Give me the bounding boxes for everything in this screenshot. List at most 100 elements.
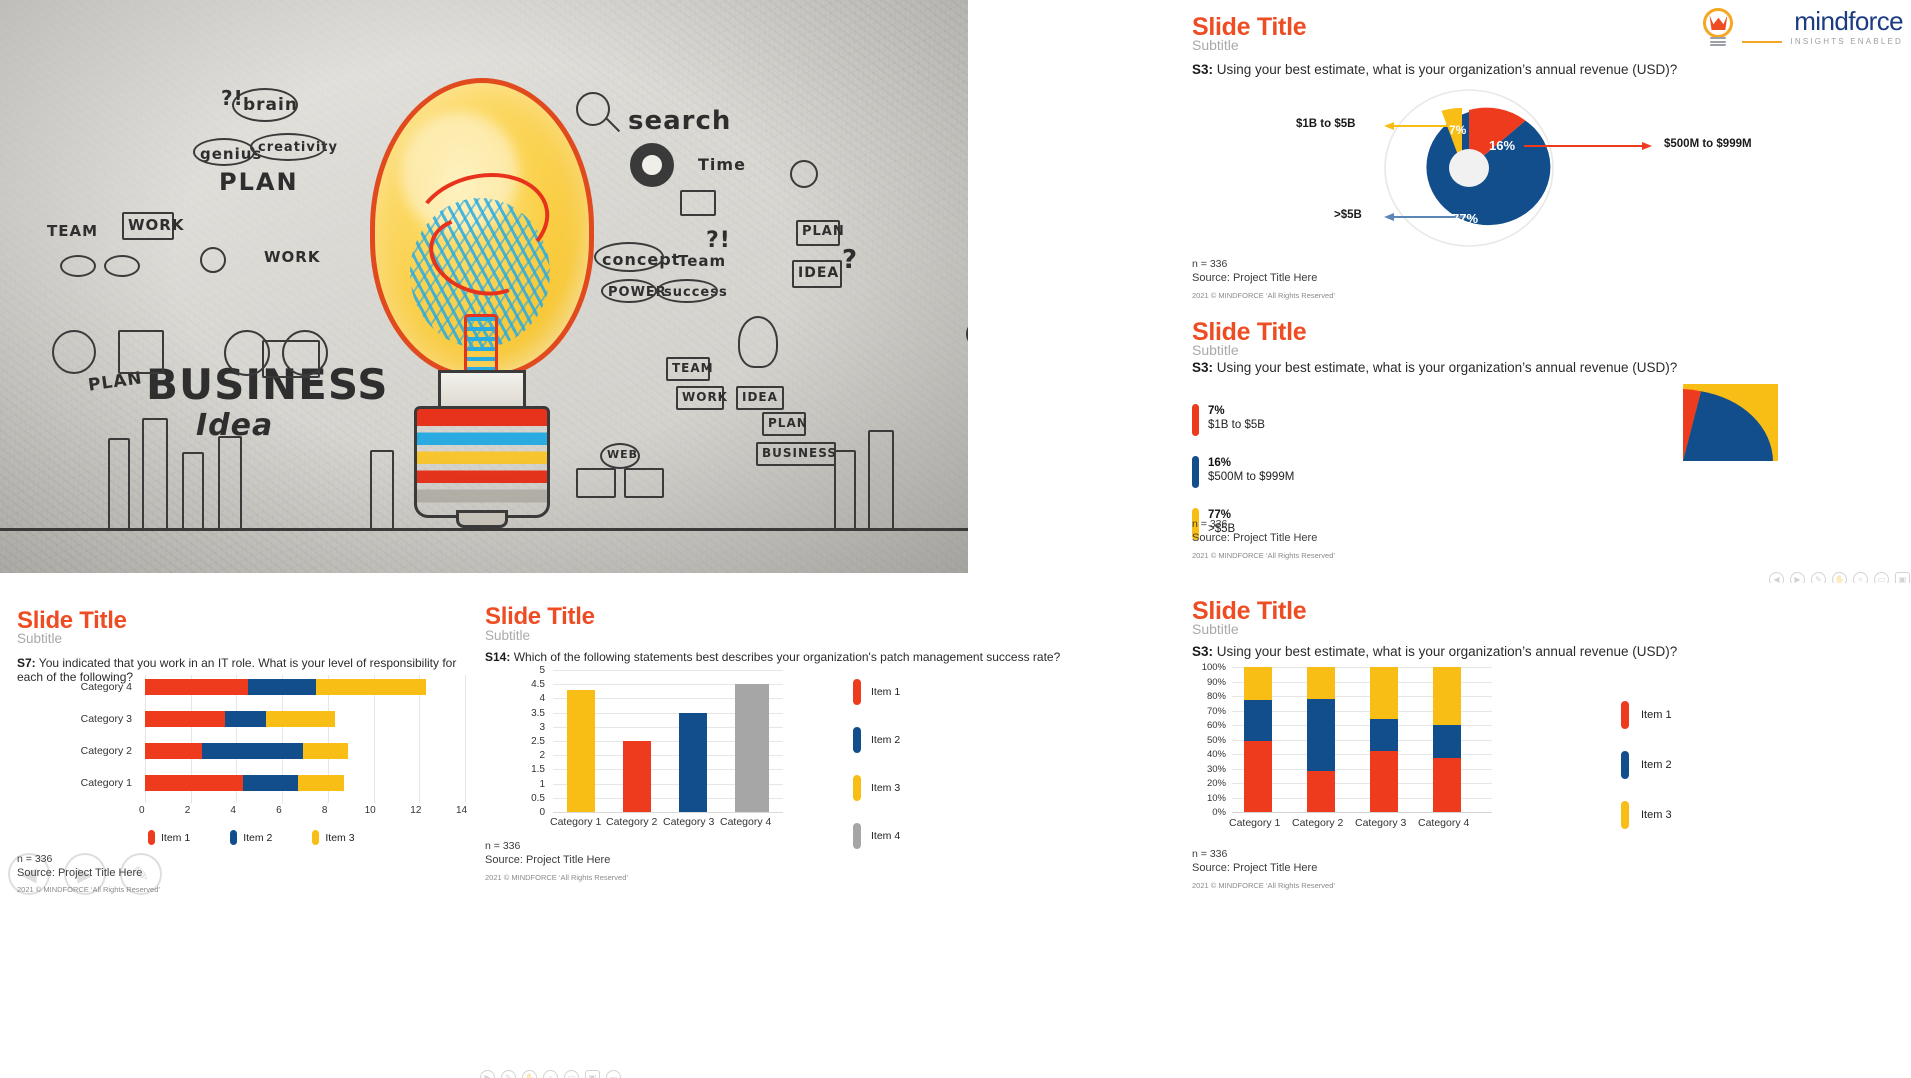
footer-n-label: n = [1192,848,1207,860]
legend-label: Item 1 [1641,709,1672,721]
legend-item[interactable]: Item 3 [853,775,900,801]
slide-stacked100[interactable]: Slide Title Subtitle S3: Using your best… [1183,583,1911,1078]
legend-item[interactable]: Item 2 [1621,751,1672,779]
vbar-chart[interactable]: 5 4.5 4 3.5 3 2.5 2 1.5 1 0.5 0 Category… [485,665,885,830]
slide-hbar[interactable]: Slide Title Subtitle S7: You indicated t… [0,585,478,1078]
callout-arrow-1b [1384,122,1394,130]
hbar-cat-label-1: Category 1 [80,777,132,789]
prev-icon[interactable]: ◀ [8,853,50,895]
stack-col-cat1[interactable] [1244,667,1272,812]
xtick: Category 2 [606,816,658,828]
footer-n-label: n = [1192,258,1207,270]
page-subtitle: Subtitle [485,628,531,643]
xtick: 4 [230,805,236,816]
table-row[interactable] [145,775,344,791]
pen-icon[interactable]: ✎ [120,853,162,895]
legend-item[interactable]: Item 3 [312,830,355,845]
brand-wordmark: mindforce [1794,6,1903,36]
xtick: 12 [410,805,422,816]
page-subtitle: Subtitle [1192,621,1239,637]
footer-copyright: 2021 © MINDFORCE ‘All Rights Reserved’ [1192,291,1336,300]
legend-item[interactable]: Item 4 [853,823,900,849]
legend-swatch-item1 [1621,701,1629,729]
note-icon[interactable]: ▭ [564,1070,579,1078]
xtick: Category 4 [1418,817,1470,829]
vbar-cat4[interactable] [735,684,769,812]
footer-source: Source: Project Title Here [1192,272,1318,284]
vbar-cat2[interactable] [623,741,651,812]
brand-logo[interactable]: mindforce INSIGHTS ENABLED [1701,6,1904,46]
donut-chart[interactable]: 7% 16% 77% $1B to $5B $500M to $999M >$5… [1184,88,1754,248]
legend-label: Item 3 [871,782,901,794]
page-subtitle: Subtitle [1192,342,1239,358]
legend-value: 7% [1208,405,1225,417]
pen-icon[interactable]: ✎ [501,1070,516,1078]
legend-label: Item 3 [325,831,355,844]
minus-icon[interactable]: — [606,1070,621,1078]
hbar-legend[interactable]: Item 1 Item 2 Item 3 [148,830,355,845]
legend-item[interactable]: Item 1 [853,679,900,705]
ytick: 1.5 [531,764,545,776]
stack-col-cat3[interactable] [1370,667,1398,812]
camera-icon[interactable]: ▣ [585,1070,600,1078]
pie-chart[interactable] [1588,317,1863,544]
slide-donut[interactable]: Slide Title Subtitle mindforce INSIGHTS … [1183,0,1911,306]
legend-item[interactable]: Item 2 [230,830,272,845]
overlay-toolbar[interactable]: ▶ ✎ ✋ ⌕ ▭ ▣ — [480,1070,621,1078]
vbar-yaxis: 5 4.5 4 3.5 3 2.5 2 1.5 1 0.5 0 [485,665,549,818]
xtick: 0 [139,805,145,816]
legend-item[interactable]: Item 1 [1621,701,1672,729]
hbar-seg-item2 [202,743,303,759]
legend-item[interactable]: 7% $1B to $5B [1192,404,1294,436]
footer-n: n = 336 [1192,258,1335,270]
question-text: Using your best estimate, what is your o… [1213,62,1678,77]
ytick: 4.5 [531,679,545,691]
table-row[interactable] [145,743,349,759]
legend-item[interactable]: Item 3 [1621,801,1672,829]
stack-col-cat4[interactable] [1433,667,1461,812]
vbar-legend[interactable]: Item 1 Item 2 Item 3 Item 4 [853,679,900,849]
table-row[interactable] [145,679,427,695]
stack-col-cat2[interactable] [1307,667,1335,812]
legend-label: $500M to $999M [1208,471,1295,484]
stack-seg-item3 [1244,667,1272,701]
table-row[interactable] [145,711,335,727]
legend-swatch-item2 [853,727,861,753]
stack-seg-item1 [1307,771,1335,812]
legend-item[interactable]: 16% $500M to $999M [1192,456,1294,488]
search-icon[interactable]: ⌕ [543,1070,558,1078]
footer-block: n = 336 Source: Project Title Here 2021 … [485,840,628,882]
hbar-seg-item1 [145,743,203,759]
legend-swatch-item3 [1621,801,1629,829]
stacked-legend[interactable]: Item 1 Item 2 Item 3 [1621,701,1672,829]
callout-label-gt5b: >$5B [1334,209,1362,221]
legend-swatch-item3 [853,775,861,801]
ytick: 90% [1206,676,1226,688]
xtick: Category 1 [550,816,602,828]
legend-item[interactable]: Item 2 [853,727,900,753]
hbar-seg-item3 [316,679,427,695]
question-code: S14: [485,650,511,664]
vbar-cat1[interactable] [567,689,595,812]
slide-pie[interactable]: Slide Title Subtitle S3: Using your best… [1183,306,1911,587]
overlay-controls[interactable]: ◀ ▶ ✎ [8,853,162,895]
legend-item[interactable]: Item 1 [148,830,190,845]
hbar-cat-label-2: Category 2 [80,745,132,757]
play-icon[interactable]: ▶ [480,1070,495,1078]
question-text: Which of the following statements best d… [510,650,1061,664]
hand-icon[interactable]: ✋ [522,1070,537,1078]
slide-vbar[interactable]: Slide Title Subtitle S14: Which of the f… [478,585,1183,1078]
play-icon[interactable]: ▶ [64,853,106,895]
legend-label: $1B to $5B [1208,419,1265,432]
vbar-cat3[interactable] [679,712,707,812]
stacked100-chart[interactable]: 100% 90% 80% 70% 60% 50% 40% 30% 20% 10%… [1192,662,1532,837]
ytick: 3 [539,721,545,733]
footer-block: n = 336 Source: Project Title Here 2021 … [1192,848,1335,890]
photo-vignette [0,0,968,573]
footer-source: Source: Project Title Here [1192,532,1318,544]
hbar-chart[interactable]: Category 4 Category 3 Category 2 Categor… [17,675,469,817]
ytick: 30% [1206,763,1226,775]
lightbulb-icon [1701,8,1735,46]
legend-swatch-item2 [1192,456,1199,488]
ytick: 10% [1206,792,1226,804]
